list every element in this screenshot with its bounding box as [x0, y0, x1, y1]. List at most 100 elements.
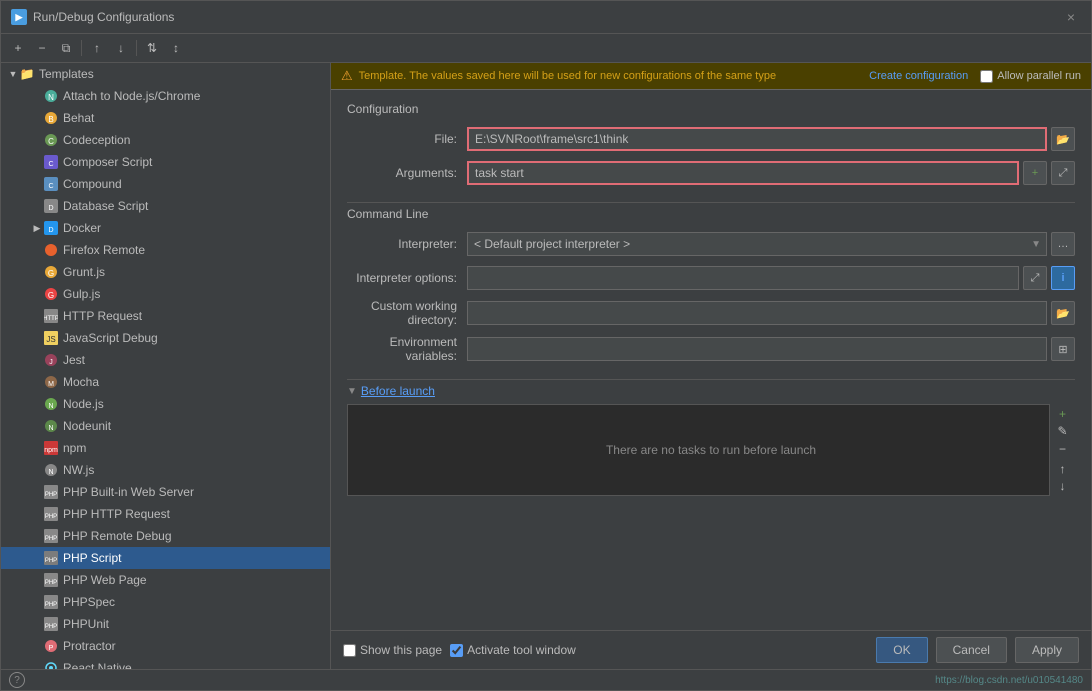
grunt-icon: G [43, 264, 59, 280]
move-down-button[interactable]: ↓ [110, 37, 132, 59]
react-native-label: React Native [63, 661, 324, 669]
tree-item-grunt[interactable]: G Grunt.js [1, 261, 330, 283]
tree-item-gulp[interactable]: G Gulp.js [1, 283, 330, 305]
tree-item-php-remote[interactable]: PHP PHP Remote Debug [1, 525, 330, 547]
tree-item-nodejs[interactable]: N Node.js [1, 393, 330, 415]
firefox-icon [43, 242, 59, 258]
remove-config-button[interactable]: − [31, 37, 53, 59]
help-button[interactable]: ? [9, 672, 25, 688]
tree-item-behat[interactable]: B Behat [1, 107, 330, 129]
nodejs-icon: N [43, 396, 59, 412]
npm-label: npm [63, 441, 324, 455]
add-config-button[interactable]: + [7, 37, 29, 59]
svg-text:N: N [48, 469, 53, 476]
launch-toolbar: + ✎ − ↑ ↓ [1049, 404, 1075, 496]
tree-item-php-web[interactable]: PHP PHP Web Page [1, 569, 330, 591]
react-icon [43, 660, 59, 669]
tree-item-protractor[interactable]: P Protractor [1, 635, 330, 657]
allow-parallel-checkbox[interactable] [980, 70, 993, 83]
ok-button[interactable]: OK [876, 637, 927, 663]
launch-remove-button[interactable]: − [1052, 441, 1074, 457]
tree-item-phpspec[interactable]: PHP PHPSpec [1, 591, 330, 613]
arguments-input[interactable] [467, 161, 1019, 185]
interpreter-options-input[interactable] [467, 266, 1019, 290]
activate-tool-checkbox[interactable] [450, 644, 463, 657]
show-page-wrap: Show this page [343, 643, 442, 657]
tree-item-database-script[interactable]: D Database Script [1, 195, 330, 217]
file-browse-button[interactable]: 📂 [1051, 127, 1075, 151]
banner-left: ⚠ Template. The values saved here will b… [341, 68, 776, 84]
tree-item-php-script[interactable]: PHP PHP Script [1, 547, 330, 569]
tree-item-javascript-debug[interactable]: JS JavaScript Debug [1, 327, 330, 349]
tree-item-attach-node[interactable]: N Attach to Node.js/Chrome [1, 85, 330, 107]
svg-text:N: N [48, 93, 54, 102]
status-left: ? [9, 672, 25, 688]
env-vars-browse-button[interactable]: ⊞ [1051, 337, 1075, 361]
launch-down-button[interactable]: ↓ [1052, 478, 1074, 494]
apply-button[interactable]: Apply [1015, 637, 1079, 663]
php-script-label: PHP Script [63, 551, 324, 565]
arguments-expand-button[interactable]: ⤢ [1051, 161, 1075, 185]
svg-text:M: M [48, 381, 54, 388]
sort2-button[interactable]: ↕ [165, 37, 187, 59]
svg-text:N: N [48, 425, 53, 432]
interpreter-row: Interpreter: < Default project interpret… [347, 231, 1075, 257]
arguments-add-button[interactable]: + [1023, 161, 1047, 185]
interpreter-select[interactable]: < Default project interpreter > [467, 232, 1047, 256]
tree-item-http-request[interactable]: HTTP HTTP Request [1, 305, 330, 327]
firefox-label: Firefox Remote [63, 243, 324, 257]
copy-config-button[interactable]: ⧉ [55, 37, 77, 59]
create-config-link[interactable]: Create configuration [869, 70, 968, 82]
phpspec-label: PHPSpec [63, 595, 324, 609]
tree-item-mocha[interactable]: M Mocha [1, 371, 330, 393]
grunt-label: Grunt.js [63, 265, 324, 279]
compound-label: Compound [63, 177, 324, 191]
interpreter-info-button[interactable]: i [1051, 266, 1075, 290]
close-button[interactable]: × [1061, 7, 1081, 27]
composer-label: Composer Script [63, 155, 324, 169]
tree-item-npm[interactable]: npm npm [1, 437, 330, 459]
show-page-checkbox[interactable] [343, 644, 356, 657]
interp-options-expand-button[interactable]: ⤢ [1023, 266, 1047, 290]
app-icon: ▶ [11, 9, 27, 25]
svg-text:P: P [49, 645, 54, 652]
working-dir-browse-button[interactable]: 📂 [1051, 301, 1075, 325]
before-launch-header[interactable]: ▼ Before launch [347, 384, 1075, 398]
env-vars-input[interactable] [467, 337, 1047, 361]
tree-item-docker[interactable]: ▶ D Docker [1, 217, 330, 239]
cancel-button[interactable]: Cancel [936, 637, 1007, 663]
database-icon: D [43, 198, 59, 214]
move-up-button[interactable]: ↑ [86, 37, 108, 59]
sort-button[interactable]: ⇅ [141, 37, 163, 59]
launch-up-button[interactable]: ↑ [1052, 461, 1074, 477]
scrollable-content: Configuration File: 📂 Arguments [331, 90, 1091, 669]
file-input[interactable] [467, 127, 1047, 151]
tree-item-phpunit[interactable]: PHP PHPUnit [1, 613, 330, 635]
tree-item-nodeunit[interactable]: N Nodeunit [1, 415, 330, 437]
tree-item-jest[interactable]: J Jest [1, 349, 330, 371]
before-launch-title[interactable]: Before launch [361, 384, 435, 398]
working-dir-input[interactable] [467, 301, 1047, 325]
svg-text:HTTP: HTTP [44, 316, 58, 322]
nodeunit-icon: N [43, 418, 59, 434]
tree-item-composer-script[interactable]: C Composer Script [1, 151, 330, 173]
interpreter-browse-button[interactable]: … [1051, 232, 1075, 256]
tree-item-react-native[interactable]: React Native [1, 657, 330, 669]
config-section-title: Configuration [347, 102, 1075, 116]
tree-item-firefox-remote[interactable]: Firefox Remote [1, 239, 330, 261]
tree-item-compound[interactable]: C Compound [1, 173, 330, 195]
tree-item-php-builtin[interactable]: PHP PHP Built-in Web Server [1, 481, 330, 503]
svg-text:PHP: PHP [45, 558, 57, 564]
arguments-field-wrap: + ⤢ [467, 161, 1075, 185]
launch-add-button[interactable]: + [1052, 406, 1074, 422]
tree-item-templates[interactable]: ▼ 📁 Templates [1, 63, 330, 85]
svg-text:JS: JS [46, 335, 55, 344]
svg-text:C: C [48, 161, 53, 168]
tree-item-php-http[interactable]: PHP PHP HTTP Request [1, 503, 330, 525]
svg-text:D: D [48, 205, 53, 212]
tree-item-codeception[interactable]: C Codeception [1, 129, 330, 151]
launch-edit-button[interactable]: ✎ [1052, 424, 1074, 440]
npm-icon: npm [43, 440, 59, 456]
tree-item-nwjs[interactable]: N NW.js [1, 459, 330, 481]
dialog-title: Run/Debug Configurations [33, 10, 174, 24]
